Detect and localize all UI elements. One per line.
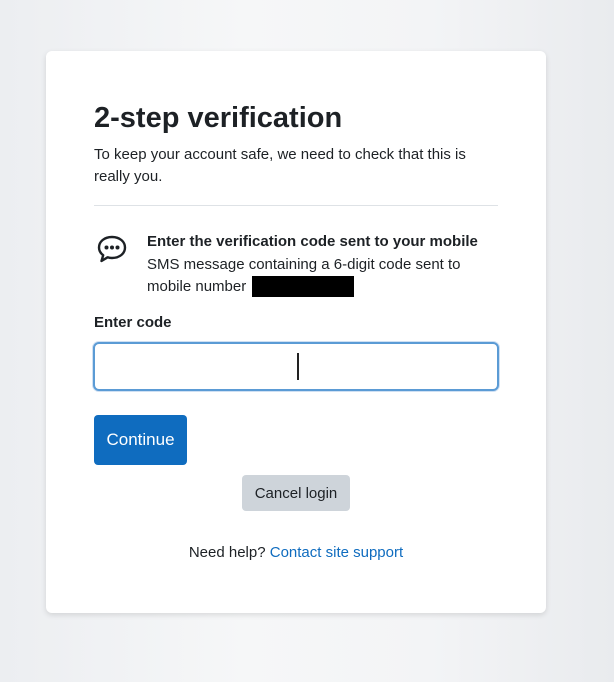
code-label: Enter code [94, 314, 172, 331]
cancel-login-button[interactable]: Cancel login [242, 475, 350, 511]
method-heading: Enter the verification code sent to your… [147, 233, 478, 250]
chat-bubble-icon [97, 235, 127, 263]
text-cursor [297, 353, 299, 380]
code-input[interactable] [93, 342, 499, 391]
page-title: 2-step verification [94, 102, 343, 134]
redacted-phone-number [252, 276, 355, 297]
page-subtitle: To keep your account safe, we need to ch… [94, 146, 466, 185]
divider [94, 205, 498, 206]
continue-button[interactable]: Continue [94, 415, 187, 465]
contact-support-link[interactable]: Contact site support [270, 544, 403, 561]
help-prefix: Need help? [188, 544, 266, 561]
verification-card: 2-step verification To keep your account… [46, 51, 546, 613]
help-text: Need help? Contact site support [46, 543, 546, 563]
method-text: Enter the verification code sent to your… [147, 231, 498, 299]
